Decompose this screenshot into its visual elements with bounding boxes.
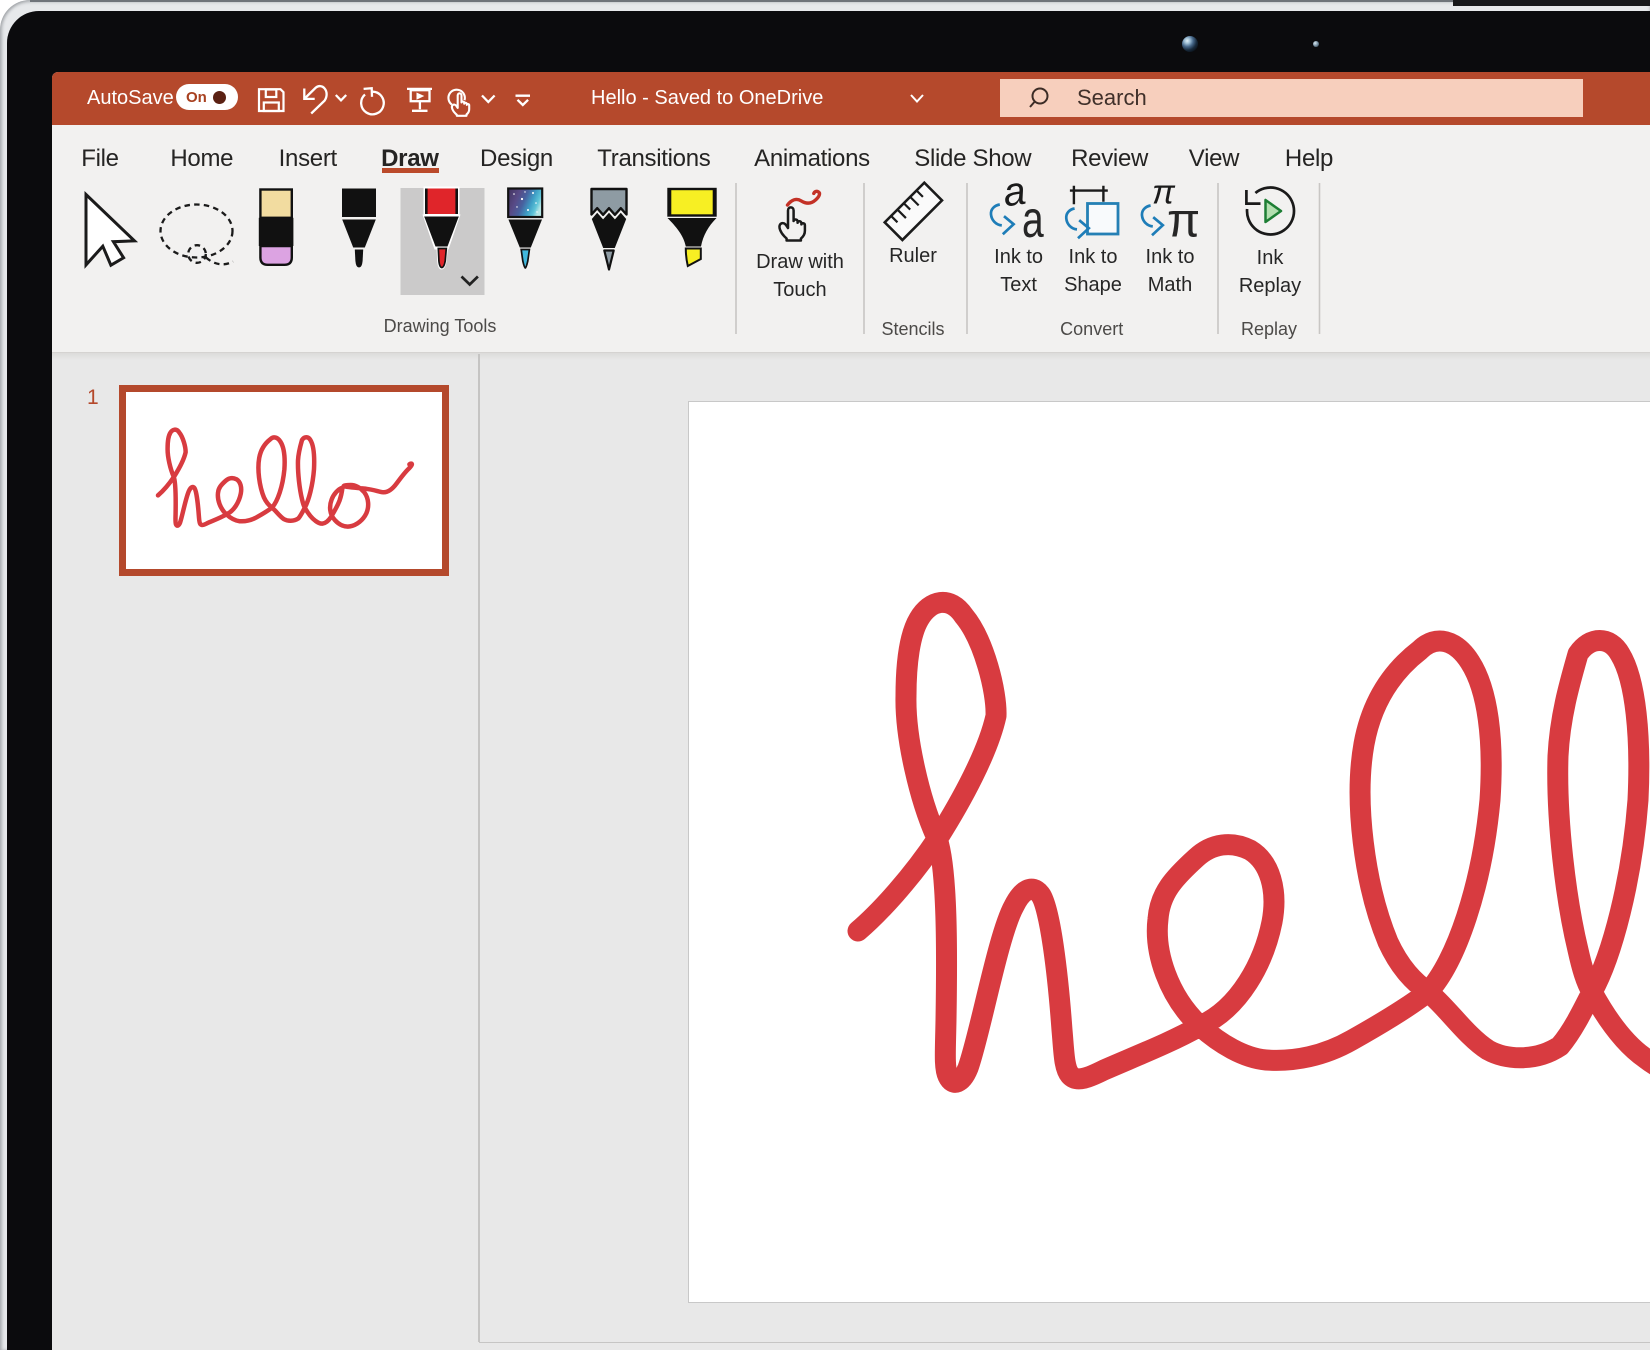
svg-text:π: π xyxy=(1167,195,1200,248)
svg-text:a: a xyxy=(1022,189,1044,248)
